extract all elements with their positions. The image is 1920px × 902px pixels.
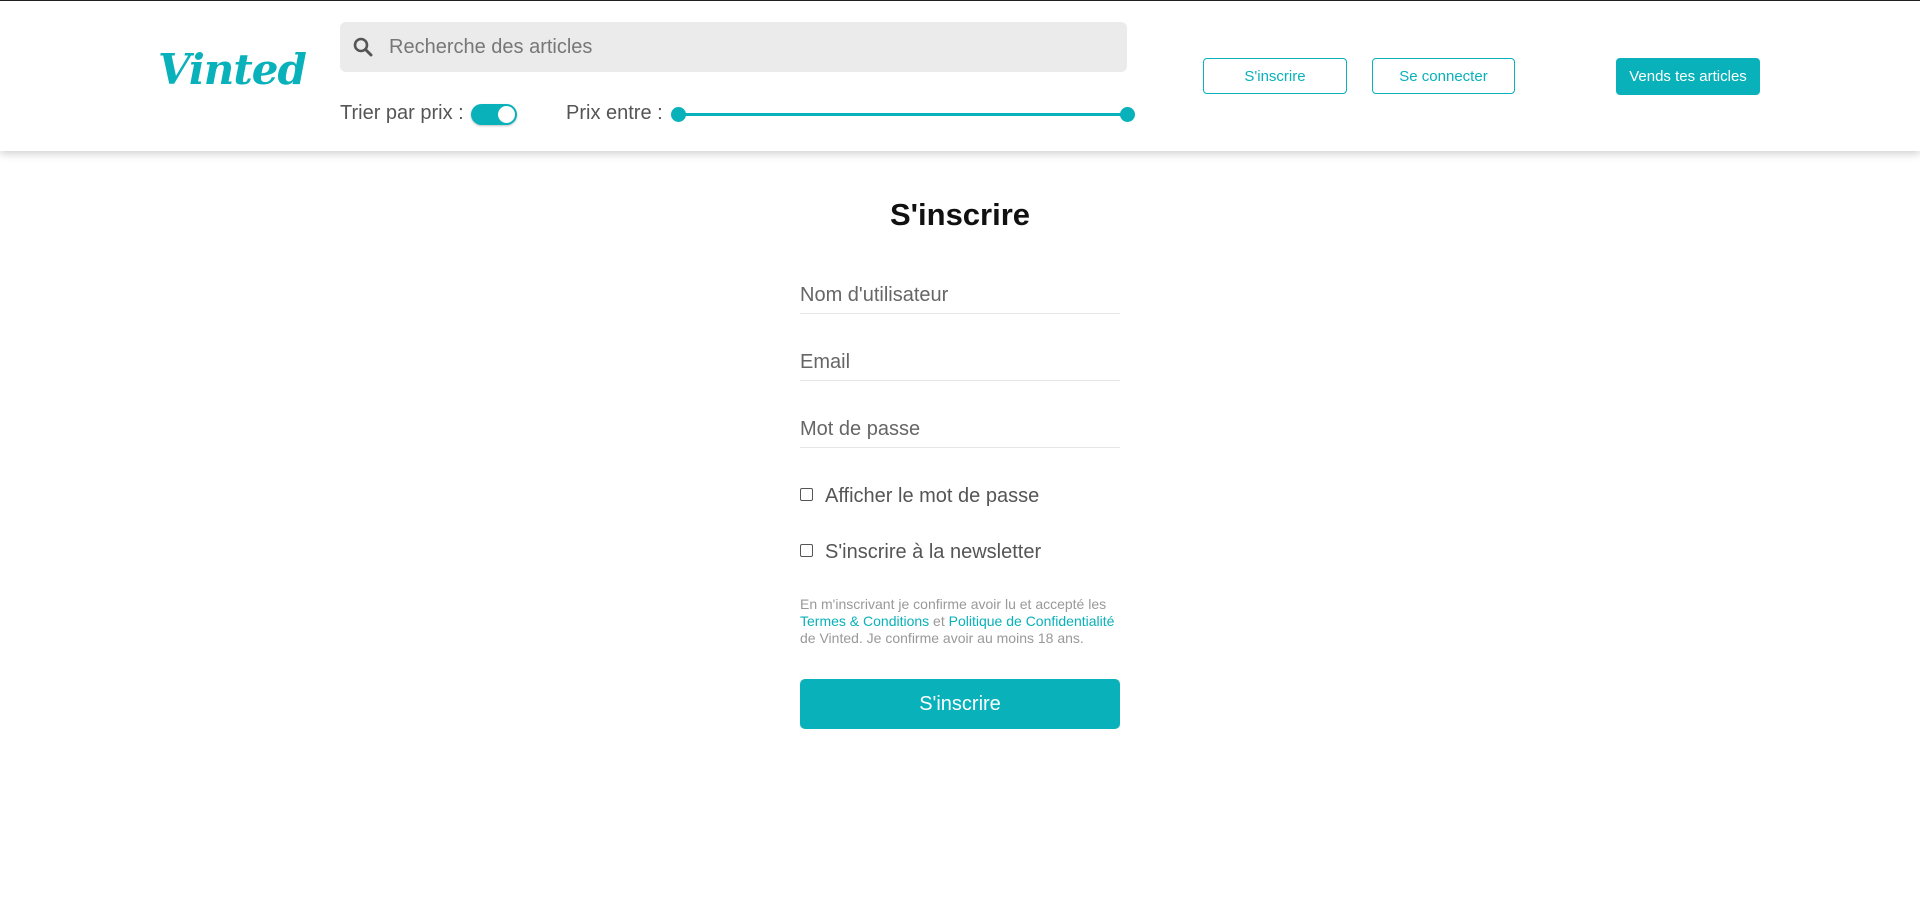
header-signup-button[interactable]: S'inscrire <box>1203 58 1347 94</box>
price-range-label: Prix entre : <box>566 102 663 124</box>
show-password-checkbox[interactable] <box>800 487 813 501</box>
price-range-max-handle[interactable] <box>1120 107 1135 122</box>
newsletter-checkbox[interactable] <box>800 543 813 557</box>
vinted-logo[interactable]: Vinted <box>158 45 307 94</box>
legal-notice: En m'inscrivant je confirme avoir lu et … <box>800 596 1120 647</box>
legal-text-after: de Vinted. Je confirme avoir au moins 18… <box>800 630 1084 646</box>
page-title: S'inscrire <box>889 197 1031 232</box>
header-login-button[interactable]: Se connecter <box>1372 58 1515 94</box>
username-field[interactable] <box>800 278 1120 314</box>
sort-by-price-label: Trier par prix : <box>340 102 464 124</box>
legal-text-between: et <box>929 613 949 629</box>
email-field[interactable] <box>800 345 1120 381</box>
site-header: Vinted Trier par prix : Prix entre : S'i… <box>0 1 1920 151</box>
privacy-policy-link[interactable]: Politique de Confidentialité <box>949 613 1115 629</box>
search-bar[interactable] <box>340 22 1127 72</box>
newsletter-label: S'inscrire à la newsletter <box>825 540 1042 563</box>
signup-submit-button[interactable]: S'inscrire <box>800 679 1120 729</box>
search-input[interactable] <box>389 22 1109 72</box>
password-field[interactable] <box>800 412 1120 448</box>
search-icon <box>353 37 373 57</box>
terms-link[interactable]: Termes & Conditions <box>800 613 929 629</box>
toggle-knob <box>498 106 515 123</box>
newsletter-option[interactable]: S'inscrire à la newsletter <box>800 540 1041 564</box>
price-range-min-handle[interactable] <box>671 107 686 122</box>
sort-by-price-toggle[interactable] <box>471 104 517 125</box>
show-password-option[interactable]: Afficher le mot de passe <box>800 484 1039 508</box>
price-range-track[interactable] <box>678 113 1128 116</box>
legal-text-before: En m'inscrivant je confirme avoir lu et … <box>800 596 1107 612</box>
show-password-label: Afficher le mot de passe <box>825 484 1040 507</box>
sell-items-button[interactable]: Vends tes articles <box>1616 58 1760 95</box>
